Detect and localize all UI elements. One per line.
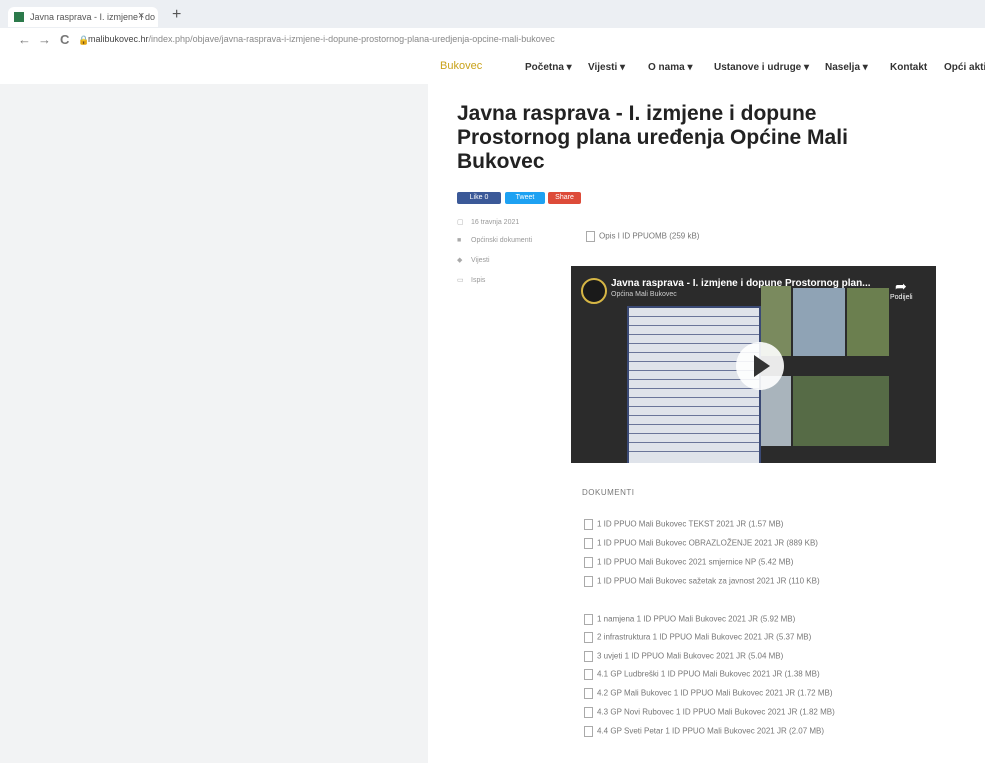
document-icon <box>584 669 593 680</box>
channel-logo-icon <box>581 278 607 304</box>
url-domain: malibukovec.hr <box>88 34 149 44</box>
browser-tab[interactable]: Javna rasprava - I. izmjene i do × <box>8 7 158 27</box>
meta-date-text: 16 travnja 2021 <box>471 219 520 226</box>
left-sidebar-panel <box>0 84 428 763</box>
tag-icon: ◆ <box>457 257 463 264</box>
document-label: 4.2 GP Mali Bukovec 1 ID PPUO Mali Bukov… <box>597 688 833 698</box>
nav-item-pocetna[interactable]: Početna ▾ <box>525 62 572 73</box>
document-link[interactable]: 1 ID PPUO Mali Bukovec sažetak za javnos… <box>584 576 820 587</box>
document-label: 4.1 GP Ludbreški 1 ID PPUO Mali Bukovec … <box>597 669 820 679</box>
video-share-label[interactable]: Podijeli <box>890 294 913 301</box>
new-tab-icon[interactable]: + <box>172 6 181 24</box>
youtube-video-embed[interactable]: Javna rasprava - I. izmjene i dopune Pro… <box>571 266 936 463</box>
document-link[interactable]: 1 ID PPUO Mali Bukovec 2021 smjernice NP… <box>584 557 793 568</box>
meta-print[interactable]: ▭ Ispis <box>457 276 485 284</box>
document-label: 1 ID PPUO Mali Bukovec OBRAZLOŽENJE 2021… <box>597 538 818 548</box>
document-label: 3 uvjeti 1 ID PPUO Mali Bukovec 2021 JR … <box>597 651 784 661</box>
nav-item-ustanove[interactable]: Ustanove i udruge ▾ <box>714 62 809 73</box>
video-thumbnail-photo <box>793 376 889 446</box>
url-path: /index.php/objave/javna-rasprava-i-izmje… <box>148 34 555 44</box>
article-title: Javna rasprava - I. izmjene i dopune Pro… <box>457 102 848 173</box>
document-label: 4.3 GP Novi Rubovec 1 ID PPUO Mali Bukov… <box>597 707 835 717</box>
intro-document-label: Opis I ID PPUOMB (259 kB) <box>599 231 700 241</box>
site-favicon-icon <box>14 12 24 22</box>
document-icon <box>586 231 595 242</box>
video-thumbnail-photo <box>793 288 845 356</box>
nav-item-vijesti[interactable]: Vijesti ▾ <box>588 62 625 73</box>
document-label: 1 namjena 1 ID PPUO Mali Bukovec 2021 JR… <box>597 614 796 624</box>
document-icon <box>584 557 593 568</box>
url-field[interactable]: malibukovec.hr/index.php/objave/javna-ra… <box>88 34 555 44</box>
documents-heading: DOKUMENTI <box>582 488 635 497</box>
document-link[interactable]: 1 ID PPUO Mali Bukovec TEKST 2021 JR (1.… <box>584 519 783 530</box>
meta-category[interactable]: ■ Općinski dokumenti <box>457 237 532 244</box>
play-icon[interactable] <box>736 342 784 390</box>
document-link[interactable]: 3 uvjeti 1 ID PPUO Mali Bukovec 2021 JR … <box>584 651 783 662</box>
intro-document-link[interactable]: Opis I ID PPUOMB (259 kB) <box>586 231 699 242</box>
video-share-icon[interactable]: ➦ <box>895 278 907 295</box>
document-label: 1 ID PPUO Mali Bukovec TEKST 2021 JR (1.… <box>597 519 784 529</box>
document-label: 2 infrastruktura 1 ID PPUO Mali Bukovec … <box>597 632 812 642</box>
document-link[interactable]: 2 infrastruktura 1 ID PPUO Mali Bukovec … <box>584 632 811 643</box>
nav-item-kontakt[interactable]: Kontakt <box>890 62 927 73</box>
back-icon[interactable]: ← <box>18 32 31 47</box>
document-link[interactable]: 4.2 GP Mali Bukovec 1 ID PPUO Mali Bukov… <box>584 688 833 699</box>
document-icon <box>584 519 593 530</box>
site-navigation: Bukovec Početna ▾ Vijesti ▾ O nama ▾ Ust… <box>0 52 985 80</box>
forward-icon[interactable]: → <box>38 32 51 47</box>
document-link[interactable]: 4.1 GP Ludbreški 1 ID PPUO Mali Bukovec … <box>584 669 820 680</box>
document-icon <box>584 688 593 699</box>
meta-category-text: Općinski dokumenti <box>471 237 533 244</box>
site-logo[interactable]: Bukovec <box>440 60 482 72</box>
close-tab-icon[interactable]: × <box>138 10 144 22</box>
document-icon <box>584 632 593 643</box>
share-button[interactable]: Share <box>548 192 581 204</box>
video-channel[interactable]: Općina Mali Bukovec <box>611 291 677 298</box>
video-thumbnail-document <box>627 306 761 463</box>
document-icon <box>584 726 593 737</box>
document-link[interactable]: 4.3 GP Novi Rubovec 1 ID PPUO Mali Bukov… <box>584 707 835 718</box>
folder-icon: ■ <box>457 237 462 244</box>
document-label: 1 ID PPUO Mali Bukovec sažetak za javnos… <box>597 576 820 586</box>
document-icon <box>584 707 593 718</box>
document-icon <box>584 651 593 662</box>
meta-date: ▢ 16 travnja 2021 <box>457 218 519 226</box>
document-label: 4.4 GP Sveti Petar 1 ID PPUO Mali Bukove… <box>597 726 825 736</box>
tweet-button[interactable]: Tweet <box>505 192 545 204</box>
document-icon <box>584 576 593 587</box>
meta-tags[interactable]: ◆ Vijesti <box>457 256 490 264</box>
meta-tags-text: Vijesti <box>471 257 490 264</box>
document-label: 1 ID PPUO Mali Bukovec 2021 smjernice NP… <box>597 557 794 567</box>
document-link[interactable]: 4.4 GP Sveti Petar 1 ID PPUO Mali Bukove… <box>584 726 824 737</box>
meta-print-text: Ispis <box>471 277 486 284</box>
facebook-like-button[interactable]: Like 0 <box>457 192 501 204</box>
address-bar: ← → C 🔒 malibukovec.hr/index.php/objave/… <box>0 28 985 52</box>
document-link[interactable]: 1 ID PPUO Mali Bukovec OBRAZLOŽENJE 2021… <box>584 538 818 549</box>
print-icon: ▭ <box>457 277 464 284</box>
nav-item-opci-akti[interactable]: Opći akti <box>944 62 985 73</box>
document-icon <box>584 614 593 625</box>
browser-tab-bar: Javna rasprava - I. izmjene i do × + <box>0 0 985 28</box>
nav-item-naselja[interactable]: Naselja ▾ <box>825 62 868 73</box>
tab-title: Javna rasprava - I. izmjene i do <box>30 12 156 22</box>
document-icon <box>584 538 593 549</box>
document-link[interactable]: 1 namjena 1 ID PPUO Mali Bukovec 2021 JR… <box>584 614 795 625</box>
video-thumbnail-photo <box>847 288 889 356</box>
calendar-icon: ▢ <box>457 219 464 226</box>
reload-icon[interactable]: C <box>60 32 69 47</box>
nav-item-o-nama[interactable]: O nama ▾ <box>648 62 692 73</box>
